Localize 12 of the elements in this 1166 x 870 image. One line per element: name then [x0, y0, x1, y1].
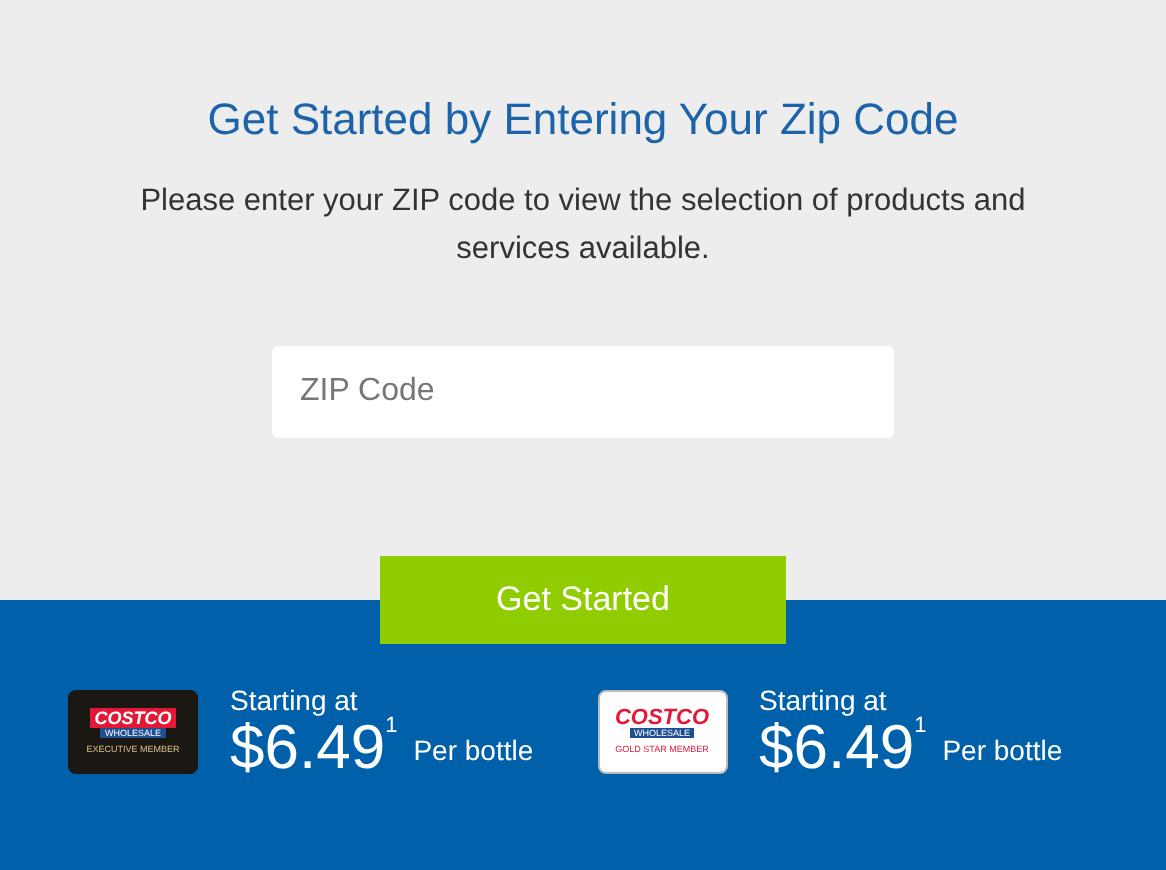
price: $6.49$^{1}$ [759, 716, 927, 780]
starting-at-label: Starting at [230, 684, 360, 716]
price: $6.49$^{1}$ [230, 716, 398, 780]
zip-code-field[interactable]: ZIP Code [272, 346, 894, 439]
starting-at-label: Starting at [759, 684, 889, 716]
brand-name: COSTCO [90, 708, 176, 728]
per-bottle-label: Per bottle [413, 732, 534, 770]
per-bottle-label: Per bottle [942, 732, 1063, 770]
intro-text: Please enter your ZIP code to view the selection of products and services available. [138, 182, 1028, 271]
heading: Get Started by Entering Your Zip Code [205, 94, 961, 147]
brand-name: COSTCO [612, 708, 712, 728]
get-started-button[interactable]: Get Started [380, 556, 786, 644]
